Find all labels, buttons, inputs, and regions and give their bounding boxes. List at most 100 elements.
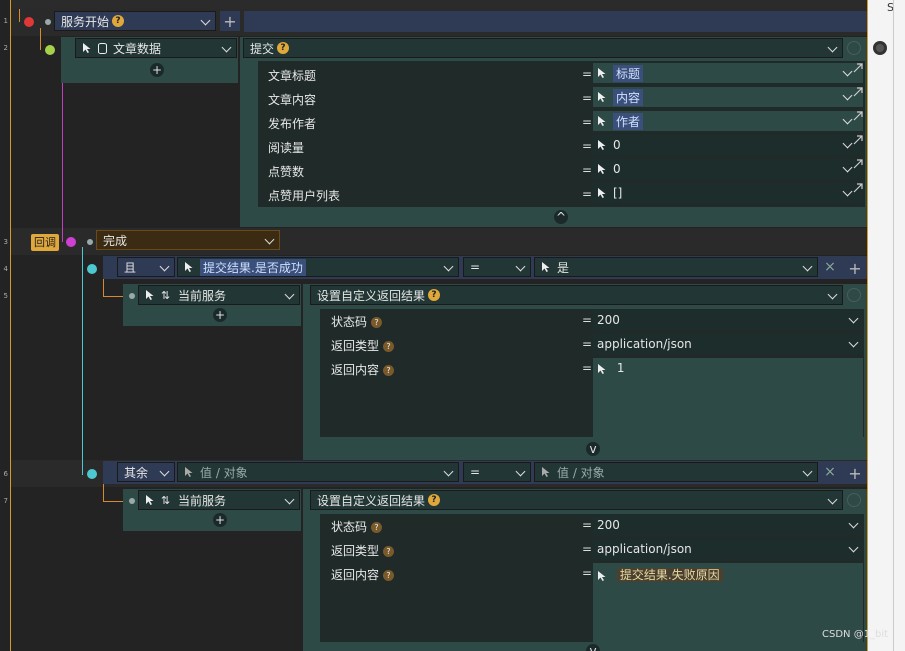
cursor-icon — [542, 467, 550, 477]
help-icon[interactable]: ? — [383, 365, 395, 376]
row-handle[interactable] — [129, 498, 135, 504]
param-label: 返回内容? — [331, 566, 395, 583]
object-dropdown[interactable]: ⇅ 当前服务 — [138, 490, 300, 510]
help-icon[interactable]: ? — [277, 42, 290, 54]
service-start-dropdown[interactable]: 服务开始 ? — [54, 11, 216, 31]
right-operand-dropdown[interactable]: 是 — [534, 257, 818, 277]
param-label: 返回类型? — [331, 542, 395, 559]
row-handle[interactable] — [45, 19, 51, 25]
collapse-icon[interactable]: v — [586, 644, 600, 651]
param-value-field[interactable]: 标题 — [593, 63, 863, 83]
node-port[interactable] — [66, 237, 76, 247]
param-label: 返回类型? — [331, 337, 395, 354]
close-icon[interactable]: × — [823, 259, 837, 275]
status-code-dropdown[interactable]: 200 — [593, 515, 863, 535]
chevron-down-icon — [848, 518, 859, 529]
chevron-down-icon — [443, 466, 454, 477]
param-value: [] — [613, 186, 623, 200]
add-plus-icon[interactable]: + — [213, 513, 227, 527]
cursor-icon — [542, 262, 550, 272]
collapse-icon[interactable]: ^ — [554, 210, 568, 224]
content-type-dropdown[interactable]: application/json — [593, 334, 863, 354]
expand-icon[interactable] — [853, 135, 863, 145]
node-port[interactable] — [24, 17, 34, 27]
object-label: 当前服务 — [178, 493, 227, 508]
chevron-down-icon — [802, 261, 813, 272]
event-dropdown[interactable]: 完成 — [96, 230, 280, 250]
param-value: application/json — [597, 337, 692, 351]
param-value-field[interactable]: 0 — [593, 135, 863, 155]
help-icon[interactable]: ? — [383, 546, 395, 557]
status-code-dropdown[interactable]: 200 — [593, 310, 863, 330]
node-port[interactable] — [45, 45, 55, 55]
callback-badge: 回调 — [31, 234, 59, 251]
add-button[interactable]: + — [845, 463, 865, 483]
connector-line — [103, 296, 123, 297]
chevron-down-icon — [842, 90, 853, 101]
chevron-down-icon — [221, 42, 232, 53]
param-value: 0 — [613, 162, 621, 176]
logic-dropdown[interactable]: 其余 — [117, 462, 175, 482]
expand-icon[interactable] — [853, 111, 863, 121]
add-plus-icon[interactable]: + — [213, 308, 227, 322]
node-port[interactable] — [87, 469, 97, 479]
param-value-field[interactable]: 0 — [593, 159, 863, 179]
param-value-field[interactable]: [] — [593, 183, 863, 203]
right-operand-dropdown[interactable]: 值 / 对象 — [534, 462, 818, 482]
param-value: 0 — [613, 138, 621, 152]
toggle-icon[interactable] — [847, 288, 861, 302]
logic-label: 其余 — [124, 465, 149, 480]
param-label: 点赞用户列表 — [268, 189, 341, 203]
object-label: 文章数据 — [113, 41, 162, 56]
content-type-dropdown[interactable]: application/json — [593, 539, 863, 559]
line-number: 1 — [3, 17, 8, 25]
left-operand-dropdown[interactable]: 值 / 对象 — [177, 462, 459, 482]
toggle-icon[interactable] — [847, 493, 861, 507]
help-icon[interactable]: ? — [371, 522, 383, 533]
param-value-field[interactable]: 内容 — [593, 87, 863, 107]
gear-icon[interactable] — [873, 41, 887, 55]
object-dropdown[interactable]: 文章数据 — [75, 38, 237, 58]
help-icon[interactable]: ? — [428, 494, 441, 506]
close-icon[interactable]: × — [823, 464, 837, 480]
row-handle[interactable] — [129, 293, 135, 299]
left-operand-dropdown[interactable]: 提交结果.是否成功 — [177, 257, 459, 277]
logic-dropdown[interactable]: 且 — [117, 257, 175, 277]
help-icon[interactable]: ? — [383, 570, 395, 581]
action-dropdown[interactable]: 设置自定义返回结果 ? — [310, 285, 843, 305]
param-value-field[interactable]: 作者 — [593, 111, 863, 131]
add-plus-icon[interactable]: + — [150, 63, 164, 77]
action-dropdown[interactable]: 设置自定义返回结果 ? — [310, 490, 843, 510]
param-label: 返回内容? — [331, 361, 395, 378]
node-port[interactable] — [87, 264, 97, 274]
toggle-icon[interactable] — [847, 41, 861, 55]
row-handle[interactable] — [87, 239, 93, 245]
return-content-editor[interactable]: 1 — [593, 358, 863, 437]
expand-icon[interactable] — [853, 183, 863, 193]
param-label-text: 返回内容 — [331, 568, 380, 582]
help-icon[interactable]: ? — [383, 341, 395, 352]
param-value: 200 — [597, 518, 620, 532]
param-label: 阅读量 — [268, 141, 305, 155]
line-number: 5 — [3, 292, 8, 300]
expand-icon[interactable] — [853, 63, 863, 73]
cursor-icon — [598, 164, 606, 174]
param-label: 状态码? — [331, 313, 383, 330]
cursor-icon — [185, 262, 193, 272]
cursor-icon — [598, 116, 606, 126]
line-number: 4 — [3, 265, 8, 273]
add-button[interactable]: + — [845, 258, 865, 278]
action-dropdown[interactable]: 提交 ? — [243, 38, 843, 58]
expand-icon[interactable] — [853, 159, 863, 169]
connector-line — [62, 55, 63, 242]
cursor-icon — [146, 290, 154, 300]
add-button[interactable]: + — [220, 11, 240, 31]
help-icon[interactable]: ? — [371, 317, 383, 328]
help-icon[interactable]: ? — [112, 15, 125, 27]
expand-icon[interactable] — [853, 87, 863, 97]
object-dropdown[interactable]: ⇅ 当前服务 — [138, 285, 300, 305]
operator-dropdown[interactable]: = — [463, 257, 531, 277]
operator-dropdown[interactable]: = — [463, 462, 531, 482]
collapse-icon[interactable]: v — [586, 442, 600, 456]
help-icon[interactable]: ? — [428, 289, 441, 301]
